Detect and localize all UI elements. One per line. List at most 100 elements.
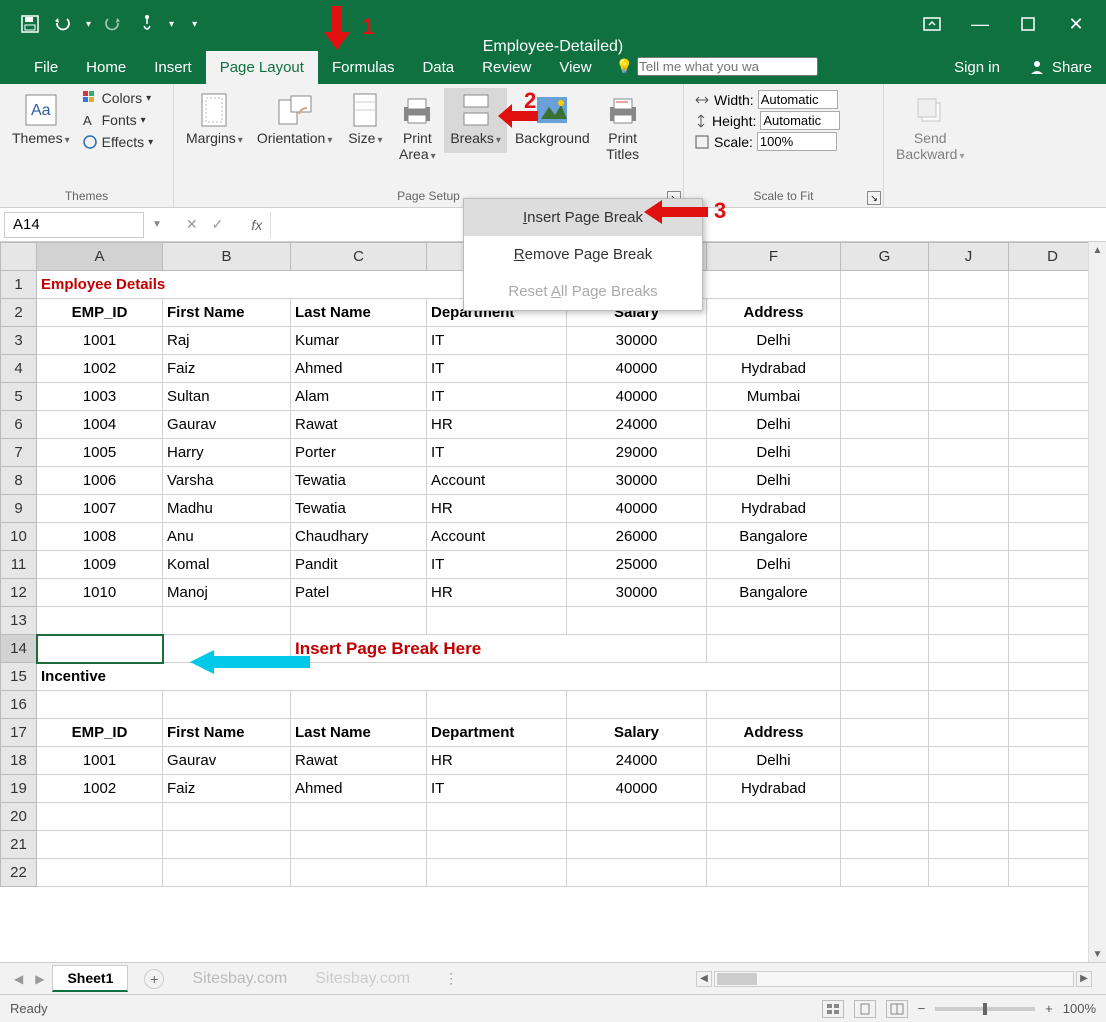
cell[interactable]: 1003	[37, 383, 163, 411]
header-cell[interactable]: Last Name	[291, 719, 427, 747]
cell[interactable]: 1004	[37, 411, 163, 439]
cell[interactable]: 29000	[567, 439, 707, 467]
col-header[interactable]: C	[291, 243, 427, 271]
cell[interactable]	[841, 775, 929, 803]
cell[interactable]: Delhi	[707, 747, 841, 775]
tab-data[interactable]: Data	[408, 51, 468, 84]
cell[interactable]	[1009, 719, 1097, 747]
scroll-down-icon[interactable]: ▼	[1089, 946, 1106, 962]
horizontal-scrollbar[interactable]	[714, 971, 1074, 987]
cell[interactable]	[841, 803, 929, 831]
cell[interactable]: Tewatia	[291, 467, 427, 495]
cell[interactable]: 1007	[37, 495, 163, 523]
cell[interactable]	[841, 299, 929, 327]
cell[interactable]: Ahmed	[291, 355, 427, 383]
margins-button[interactable]: Margins	[180, 88, 249, 153]
cell[interactable]	[841, 383, 929, 411]
cell[interactable]: IT	[427, 439, 567, 467]
cell[interactable]: 1001	[37, 327, 163, 355]
cell[interactable]: HR	[427, 747, 567, 775]
cell[interactable]: 1002	[37, 355, 163, 383]
cell[interactable]: Delhi	[707, 327, 841, 355]
cell[interactable]	[929, 383, 1009, 411]
cell[interactable]	[929, 495, 1009, 523]
tab-home[interactable]: Home	[72, 51, 140, 84]
cell[interactable]	[567, 691, 707, 719]
row-header[interactable]: 2	[1, 299, 37, 327]
cell[interactable]: 1009	[37, 551, 163, 579]
cell[interactable]	[929, 579, 1009, 607]
cell[interactable]: Komal	[163, 551, 291, 579]
sheet-tab-1[interactable]: Sheet1	[52, 965, 128, 992]
cell[interactable]	[707, 859, 841, 887]
cell[interactable]	[567, 803, 707, 831]
touch-mode-icon[interactable]	[135, 12, 159, 36]
close-icon[interactable]: ✕	[1064, 12, 1088, 36]
row-header[interactable]: 18	[1, 747, 37, 775]
cell[interactable]	[1009, 467, 1097, 495]
height-selector[interactable]: Height:	[694, 111, 873, 130]
orientation-button[interactable]: Orientation	[251, 88, 339, 153]
cell[interactable]: Account	[427, 523, 567, 551]
print-titles-button[interactable]: Print Titles	[598, 88, 648, 166]
undo-drop-icon[interactable]: ▾	[86, 19, 91, 30]
cell[interactable]	[1009, 551, 1097, 579]
cell[interactable]	[1009, 299, 1097, 327]
cell[interactable]: 25000	[567, 551, 707, 579]
spreadsheet-grid[interactable]: ABCDEFGJD1Employee Details2EMP_IDFirst N…	[0, 242, 1106, 962]
page-layout-view-icon[interactable]	[854, 1000, 876, 1018]
cell[interactable]	[841, 747, 929, 775]
cell[interactable]: Account	[427, 467, 567, 495]
col-header[interactable]: F	[707, 243, 841, 271]
cell[interactable]: Kumar	[291, 327, 427, 355]
cell[interactable]: 24000	[567, 747, 707, 775]
remove-page-break-item[interactable]: Remove Page Break	[464, 236, 702, 273]
cell[interactable]	[1009, 607, 1097, 635]
cell[interactable]: Sultan	[163, 383, 291, 411]
cell[interactable]	[427, 803, 567, 831]
cell[interactable]: HR	[427, 579, 567, 607]
col-header[interactable]: B	[163, 243, 291, 271]
undo-icon[interactable]	[52, 12, 76, 36]
cell[interactable]: 40000	[567, 775, 707, 803]
header-cell[interactable]: First Name	[163, 719, 291, 747]
cell[interactable]	[929, 411, 1009, 439]
cell[interactable]: 1006	[37, 467, 163, 495]
cell[interactable]: IT	[427, 383, 567, 411]
cell[interactable]	[1009, 327, 1097, 355]
sign-in[interactable]: Sign in	[940, 51, 1014, 84]
row-header[interactable]: 14	[1, 635, 37, 663]
row-header[interactable]: 8	[1, 467, 37, 495]
cell[interactable]: Varsha	[163, 467, 291, 495]
touch-drop-icon[interactable]: ▾	[169, 19, 174, 30]
cell[interactable]	[841, 327, 929, 355]
cell[interactable]: Bangalore	[707, 523, 841, 551]
cell[interactable]	[929, 831, 1009, 859]
cell[interactable]	[707, 607, 841, 635]
col-header[interactable]: A	[37, 243, 163, 271]
cell[interactable]	[841, 691, 929, 719]
cell[interactable]	[1009, 831, 1097, 859]
scroll-up-icon[interactable]: ▲	[1089, 242, 1106, 258]
row-header[interactable]: 11	[1, 551, 37, 579]
cell[interactable]	[1009, 355, 1097, 383]
cell[interactable]	[929, 355, 1009, 383]
cell[interactable]	[929, 719, 1009, 747]
cell[interactable]	[707, 803, 841, 831]
col-header[interactable]: J	[929, 243, 1009, 271]
cell[interactable]	[841, 495, 929, 523]
qat-customize-icon[interactable]: ▾	[192, 19, 197, 30]
cell[interactable]	[929, 607, 1009, 635]
cell[interactable]: Tewatia	[291, 495, 427, 523]
cell[interactable]	[291, 803, 427, 831]
normal-view-icon[interactable]	[822, 1000, 844, 1018]
cell[interactable]: Delhi	[707, 411, 841, 439]
cell[interactable]: Alam	[291, 383, 427, 411]
selected-cell[interactable]	[37, 635, 163, 663]
cell[interactable]: Anu	[163, 523, 291, 551]
cell[interactable]: Faiz	[163, 775, 291, 803]
cell[interactable]: 1010	[37, 579, 163, 607]
cell[interactable]	[929, 299, 1009, 327]
cell[interactable]: 1002	[37, 775, 163, 803]
cell[interactable]	[707, 635, 841, 663]
